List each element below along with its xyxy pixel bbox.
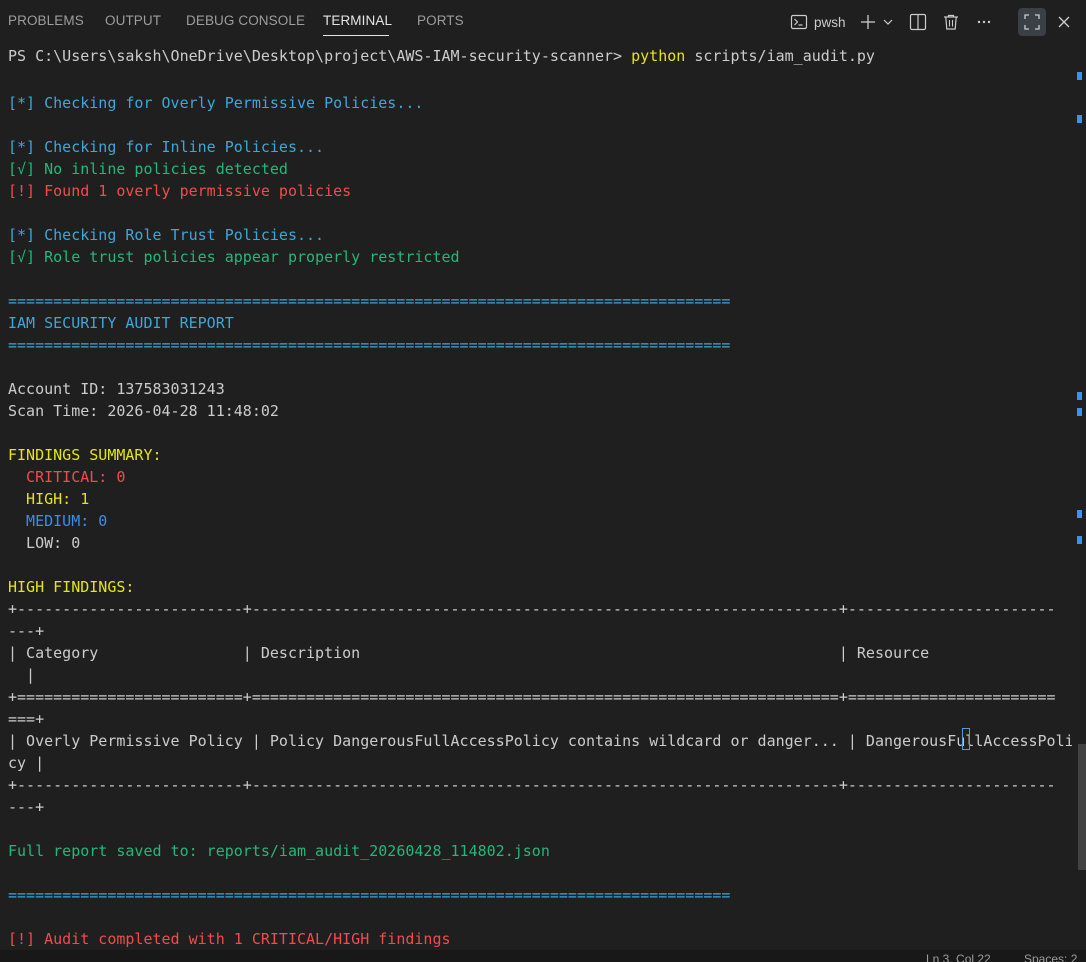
- tab-output[interactable]: OUTPUT: [105, 13, 161, 28]
- status-bar: Ln 3, Col 22 Spaces: 2: [0, 950, 1086, 962]
- output-line: [*] Checking for Inline Policies...: [8, 138, 325, 156]
- table-border-wrap: ===+: [8, 710, 45, 728]
- table-border: +=========================+=============…: [8, 688, 1056, 706]
- report-saved-message: Full report saved to: reports/iam_audit_…: [8, 842, 550, 860]
- terminal-icon: [790, 13, 808, 31]
- plus-icon: [859, 13, 877, 31]
- critical-count: CRITICAL: 0: [8, 468, 126, 486]
- close-panel-button[interactable]: [1052, 10, 1076, 34]
- separator-rule: ========================================…: [8, 886, 731, 904]
- scroll-marker: [1077, 72, 1082, 80]
- output-line: [*] Checking for Overly Permissive Polic…: [8, 94, 424, 112]
- audit-result-message: [!] Audit completed with 1 CRITICAL/HIGH…: [8, 930, 451, 948]
- new-terminal-button[interactable]: [858, 10, 878, 34]
- separator-rule: ========================================…: [8, 292, 731, 310]
- chevron-down-icon: [882, 16, 894, 28]
- tab-terminal[interactable]: TERMINAL: [323, 13, 392, 28]
- tab-ports[interactable]: PORTS: [417, 13, 464, 28]
- output-line: [!] Found 1 overly permissive policies: [8, 182, 352, 200]
- ellipsis-icon: [975, 13, 993, 31]
- table-border: +-------------------------+-------------…: [8, 600, 1056, 618]
- high-findings-title: HIGH FINDINGS:: [8, 578, 135, 596]
- low-count: LOW: 0: [8, 534, 81, 552]
- scan-time: Scan Time: 2026-04-28 11:48:02: [8, 402, 279, 420]
- shell-name-label: pwsh: [814, 14, 846, 30]
- close-icon: [1056, 14, 1072, 30]
- table-header-wrap: |: [8, 666, 36, 684]
- medium-count: MEDIUM: 0: [8, 512, 108, 530]
- split-terminal-button[interactable]: [906, 10, 930, 34]
- scrollbar-thumb[interactable]: [1078, 744, 1086, 870]
- output-line: [*] Checking Role Trust Policies...: [8, 226, 325, 244]
- cursor-position[interactable]: Ln 3, Col 22: [926, 952, 991, 962]
- output-line: [√] No inline policies detected: [8, 160, 288, 178]
- report-title: IAM SECURITY AUDIT REPORT: [8, 314, 234, 332]
- prompt-path: PS C:\Users\saksh\OneDrive\Desktop\proje…: [8, 47, 623, 65]
- launch-profile-dropdown[interactable]: [880, 10, 896, 34]
- split-icon: [909, 13, 927, 31]
- scroll-marker: [1077, 510, 1082, 518]
- maximize-panel-button[interactable]: [1018, 8, 1046, 36]
- tab-debug-console[interactable]: DEBUG CONSOLE: [186, 13, 305, 28]
- table-border-wrap: ---+: [8, 622, 45, 640]
- terminal-selector[interactable]: pwsh: [790, 10, 852, 34]
- more-actions-button[interactable]: [972, 10, 996, 34]
- panel-header: PROBLEMS OUTPUT DEBUG CONSOLE TERMINAL P…: [0, 0, 1086, 44]
- terminal-cursor: [962, 728, 970, 750]
- high-count: HIGH: 1: [8, 490, 90, 508]
- table-row-wrap: cy |: [8, 754, 45, 772]
- kill-terminal-button[interactable]: [939, 10, 963, 34]
- findings-summary-title: FINDINGS SUMMARY:: [8, 446, 162, 464]
- scroll-marker: [1077, 115, 1082, 123]
- scroll-marker: [1077, 408, 1082, 416]
- terminal-output[interactable]: PS C:\Users\saksh\OneDrive\Desktop\proje…: [0, 44, 1072, 950]
- scroll-marker: [1077, 392, 1082, 400]
- table-border-wrap: ---+: [8, 798, 45, 816]
- tab-problems[interactable]: PROBLEMS: [8, 13, 84, 28]
- maximize-icon: [1023, 13, 1041, 31]
- table-header: | Category | Description | Resource: [8, 644, 930, 662]
- prompt-line: PS C:\Users\saksh\OneDrive\Desktop\proje…: [8, 45, 875, 67]
- table-border: +-------------------------+-------------…: [8, 776, 1056, 794]
- indentation-setting[interactable]: Spaces: 2: [1024, 952, 1077, 962]
- output-line: [√] Role trust policies appear properly …: [8, 248, 460, 266]
- scroll-marker: [1077, 536, 1082, 544]
- command-args: scripts/iam_audit.py: [694, 47, 875, 65]
- table-row: | Overly Permissive Policy | Policy Dang…: [8, 732, 1072, 750]
- account-id: Account ID: 137583031243: [8, 380, 225, 398]
- trash-icon: [942, 13, 960, 31]
- separator-rule: ========================================…: [8, 336, 731, 354]
- command-name: python: [631, 47, 686, 65]
- active-tab-indicator: [323, 35, 389, 36]
